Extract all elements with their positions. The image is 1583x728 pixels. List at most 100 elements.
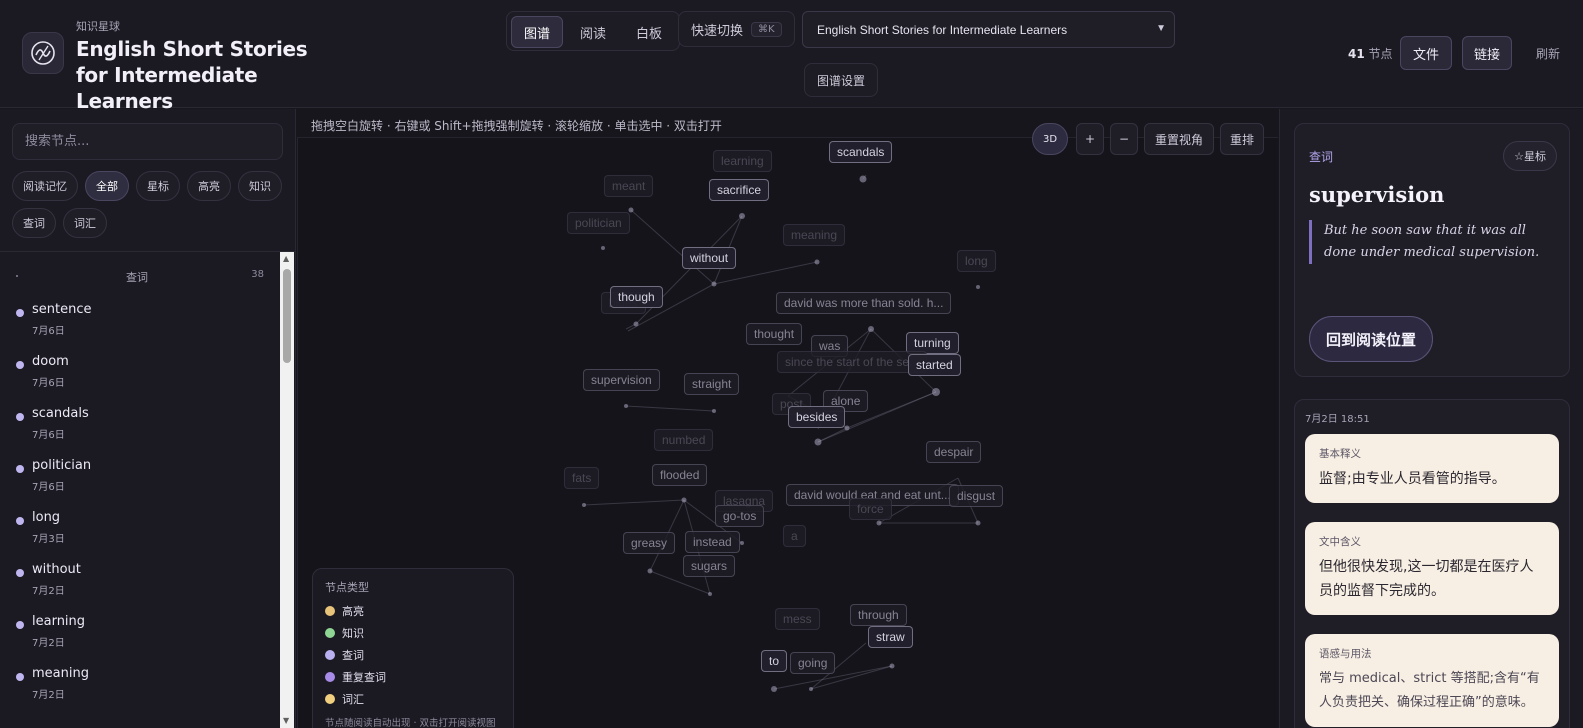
graph-node[interactable]: meant bbox=[604, 175, 654, 197]
app-logo[interactable] bbox=[22, 32, 64, 74]
legend-label: 查词 bbox=[342, 649, 364, 662]
filter-lookup[interactable]: 查词 bbox=[12, 208, 56, 238]
legend-label: 高亮 bbox=[342, 605, 364, 618]
legend-label: 知识 bbox=[342, 627, 364, 640]
legend-label: 词汇 bbox=[342, 693, 364, 706]
list-item-date: 7月6日 bbox=[32, 430, 65, 441]
graph-node[interactable]: numbed bbox=[654, 429, 714, 451]
graph-node[interactable]: despair bbox=[926, 441, 982, 463]
list-item[interactable]: without 7月2日 bbox=[0, 555, 278, 607]
graph-node[interactable]: through bbox=[850, 604, 907, 626]
filter-chips: 阅读记忆 全部 星标 高亮 知识 查词 词汇 bbox=[12, 171, 292, 238]
scroll-down-icon[interactable]: ▼ bbox=[283, 717, 289, 725]
view-tabs: 图谱 阅读 白板 bbox=[506, 11, 681, 51]
graph-node[interactable]: straw bbox=[868, 626, 913, 648]
highlight-swatch-icon bbox=[325, 606, 335, 616]
list-item-date: 7月2日 bbox=[32, 638, 65, 649]
list-scrollbar[interactable]: ▲ ▼ bbox=[280, 252, 294, 728]
zoom-in-button[interactable]: + bbox=[1076, 123, 1104, 155]
graph-canvas[interactable]: learning scandals meant sacrifice politi… bbox=[297, 137, 1278, 728]
graph-node[interactable]: greasy bbox=[623, 532, 676, 554]
graph-node[interactable]: going bbox=[790, 652, 836, 674]
zoom-out-button[interactable]: − bbox=[1110, 123, 1138, 155]
group-header[interactable]: 查词 38 bbox=[12, 269, 264, 284]
graph-node[interactable]: straight bbox=[684, 373, 740, 395]
back-to-reading-button[interactable]: 回到阅读位置 bbox=[1309, 316, 1434, 362]
list-item[interactable]: politician 7月6日 bbox=[0, 451, 278, 503]
graph-node[interactable]: fats bbox=[564, 467, 600, 489]
document-title: English Short Stories for Intermediate L… bbox=[76, 37, 308, 113]
graph-node[interactable]: without bbox=[682, 247, 737, 269]
list-item[interactable]: sentence 7月6日 bbox=[0, 295, 278, 347]
graph-node[interactable]: long bbox=[957, 250, 996, 272]
graph-view: 拖拽空白旋转 · 右键或 Shift+拖拽强制旋转 · 滚轮缩放 · 单击选中 … bbox=[297, 109, 1278, 728]
graph-node[interactable]: mess bbox=[775, 608, 820, 630]
graph-node[interactable]: sacrifice bbox=[709, 179, 770, 201]
search-input[interactable] bbox=[12, 123, 283, 160]
node-type-legend: 节点类型 高亮 知识 查词 重复查词 词汇 节点随阅读自动出现 · 双击打开阅读… bbox=[312, 568, 514, 728]
graph-node[interactable]: sugars bbox=[683, 555, 736, 577]
graph-node[interactable]: instead bbox=[685, 531, 740, 553]
list-item[interactable]: long 7月3日 bbox=[0, 503, 278, 555]
graph-node[interactable]: go-tos bbox=[715, 505, 765, 527]
group-name: 查词 bbox=[126, 271, 148, 284]
graph-node[interactable]: politician bbox=[567, 212, 630, 234]
list-item-word: learning bbox=[32, 614, 86, 629]
list-item-word: without bbox=[32, 562, 81, 577]
tab-graph[interactable]: 图谱 bbox=[511, 16, 564, 48]
tab-read[interactable]: 阅读 bbox=[567, 16, 619, 48]
file-button[interactable]: 文件 bbox=[1400, 36, 1452, 70]
reset-view-button[interactable]: 重置视角 bbox=[1144, 123, 1214, 155]
tab-whiteboard[interactable]: 白板 bbox=[623, 16, 675, 48]
legend-item: 词汇 bbox=[325, 691, 364, 707]
graph-node[interactable]: disgust bbox=[949, 485, 1004, 507]
document-select[interactable]: English Short Stories for Intermediate L… bbox=[802, 11, 1175, 48]
graph-settings-button[interactable]: 图谱设置 bbox=[804, 63, 879, 97]
filter-starred[interactable]: 星标 bbox=[136, 171, 180, 201]
filter-vocabulary[interactable]: 词汇 bbox=[63, 208, 107, 238]
scrollbar-thumb[interactable] bbox=[283, 269, 291, 363]
list-item[interactable]: doom 7月6日 bbox=[0, 347, 278, 399]
filter-all[interactable]: 全部 bbox=[85, 171, 129, 201]
link-button[interactable]: 链接 bbox=[1462, 36, 1512, 70]
filter-highlight[interactable]: 高亮 bbox=[187, 171, 231, 201]
list-item[interactable]: learning 7月2日 bbox=[0, 607, 278, 659]
chevron-down-icon: ▼ bbox=[1156, 23, 1166, 34]
refresh-button[interactable]: 刷新 bbox=[1536, 45, 1560, 62]
graph-node[interactable]: started bbox=[908, 354, 961, 376]
graph-node[interactable]: scandals bbox=[829, 141, 893, 163]
graph-node[interactable]: a bbox=[783, 525, 806, 547]
list-item[interactable]: meaning 7月2日 bbox=[0, 659, 278, 711]
group-count: 38 bbox=[251, 269, 264, 280]
context-meaning-section: 文中含义 但他很快发现,这一切都是在医疗人员的监督下完成的。 bbox=[1305, 522, 1559, 615]
list-item[interactable]: scandals 7月6日 bbox=[0, 399, 278, 451]
graph-node[interactable]: besides bbox=[788, 406, 846, 428]
graph-node[interactable]: meaning bbox=[783, 224, 846, 246]
graph-node[interactable]: force bbox=[849, 498, 892, 520]
graph-node[interactable]: thought bbox=[746, 323, 803, 345]
quick-switch-label: 快速切换 bbox=[691, 23, 744, 39]
section-body: 常与 medical、strict 等搭配;含有“有人负责把关、确保过程正确”的… bbox=[1319, 671, 1540, 710]
relayout-button[interactable]: 重排 bbox=[1220, 123, 1264, 155]
legend-item: 知识 bbox=[325, 625, 364, 641]
list-item-date: 7月3日 bbox=[32, 534, 65, 545]
record-timestamp: 7月2日 18:51 bbox=[1305, 414, 1370, 425]
lookup-dot-icon bbox=[16, 517, 24, 525]
scroll-up-icon[interactable]: ▲ bbox=[283, 255, 289, 263]
graph-node[interactable]: learning bbox=[713, 150, 772, 172]
filter-reading-memory[interactable]: 阅读记忆 bbox=[12, 171, 78, 201]
graph-node[interactable]: supervision bbox=[583, 369, 660, 391]
quick-switch-button[interactable]: 快速切换 ⌘K bbox=[678, 11, 795, 47]
graph-node[interactable]: flooded bbox=[652, 464, 708, 486]
graph-node[interactable]: david was more than sold. h... bbox=[776, 292, 952, 314]
star-button[interactable]: ☆星标 bbox=[1503, 141, 1557, 171]
mode-3d-toggle[interactable]: 3D bbox=[1032, 123, 1068, 155]
graph-node[interactable]: though bbox=[610, 286, 663, 308]
lookup-swatch-icon bbox=[325, 650, 335, 660]
graph-node[interactable]: to bbox=[761, 650, 788, 672]
graph-node[interactable]: since the start of the se... bbox=[777, 351, 928, 373]
section-title: 语感与用法 bbox=[1319, 648, 1372, 660]
filter-knowledge[interactable]: 知识 bbox=[238, 171, 282, 201]
legend-label: 重复查词 bbox=[342, 671, 386, 684]
basic-definition-section: 基本释义 监督;由专业人员看管的指导。 bbox=[1305, 434, 1559, 503]
